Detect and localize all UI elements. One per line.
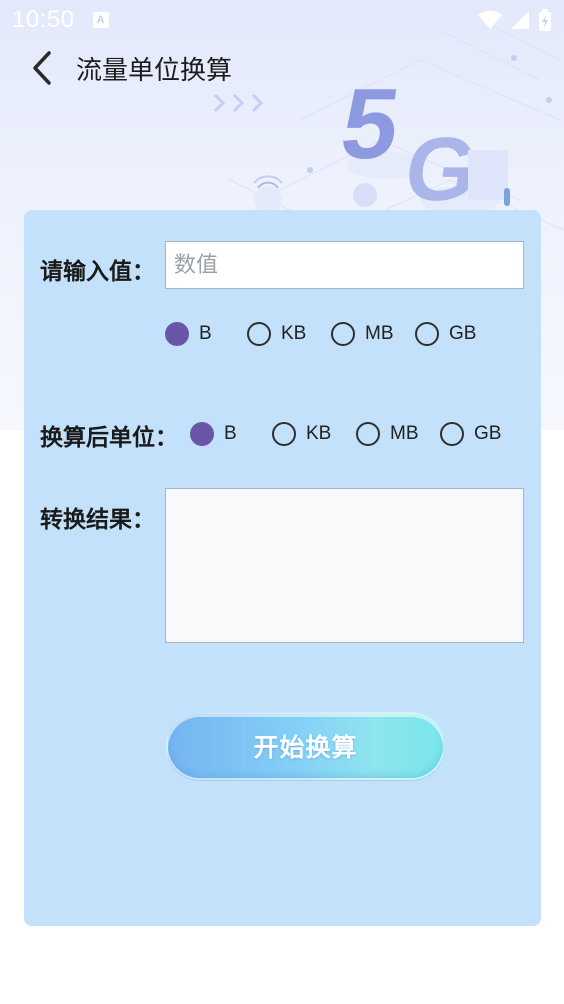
- radio-label: MB: [390, 423, 419, 444]
- source-unit-kb-radio[interactable]: KB: [247, 322, 331, 346]
- a-icon: A: [92, 12, 109, 28]
- result-output[interactable]: [165, 488, 524, 643]
- target-unit-label: 换算后单位：: [40, 425, 178, 451]
- radio-indicator: [247, 322, 271, 346]
- convert-button[interactable]: 开始换算: [166, 712, 445, 780]
- radio-label: KB: [281, 323, 307, 344]
- result-label: 转换结果：: [40, 507, 155, 533]
- convert-button-label: 开始换算: [253, 733, 358, 762]
- status-bar: 10:50 A: [0, 0, 564, 40]
- source-unit-b-radio[interactable]: B: [165, 322, 247, 346]
- battery-icon: [539, 9, 551, 31]
- radio-indicator: [356, 422, 380, 446]
- radio-indicator: [331, 322, 355, 346]
- target-unit-mb-radio[interactable]: MB: [356, 422, 440, 446]
- radio-label: B: [224, 423, 237, 444]
- back-button[interactable]: [10, 42, 74, 94]
- radio-indicator: [415, 322, 439, 346]
- status-icons: [478, 9, 552, 31]
- radio-label: GB: [449, 323, 477, 344]
- radio-indicator: [272, 422, 296, 446]
- wifi-icon: [478, 10, 502, 29]
- radio-indicator: [440, 422, 464, 446]
- input-label: 请输入值：: [40, 259, 155, 285]
- chevron-left-icon: [33, 51, 51, 85]
- value-input[interactable]: [165, 241, 524, 289]
- target-unit-gb-radio[interactable]: GB: [440, 422, 501, 446]
- title-bar: 流量单位换算: [0, 42, 564, 94]
- page-title: 流量单位换算: [76, 55, 233, 86]
- source-unit-mb-radio[interactable]: MB: [331, 322, 415, 346]
- radio-checked-indicator: [165, 322, 189, 346]
- radio-label: B: [199, 323, 212, 344]
- radio-checked-indicator: [190, 422, 214, 446]
- signal-icon: [511, 11, 529, 29]
- converter-card: 请输入值： B KB MB GB 换算后单位： B KB: [24, 210, 541, 926]
- radio-label: GB: [474, 423, 502, 444]
- radio-label: KB: [306, 423, 332, 444]
- radio-label: MB: [365, 323, 394, 344]
- target-unit-kb-radio[interactable]: KB: [272, 422, 356, 446]
- target-unit-b-radio[interactable]: B: [190, 422, 272, 446]
- source-unit-gb-radio[interactable]: GB: [415, 322, 476, 346]
- target-unit-group: B KB MB GB: [190, 422, 501, 446]
- source-unit-group: B KB MB GB: [165, 322, 476, 346]
- status-time: 10:50: [12, 6, 75, 33]
